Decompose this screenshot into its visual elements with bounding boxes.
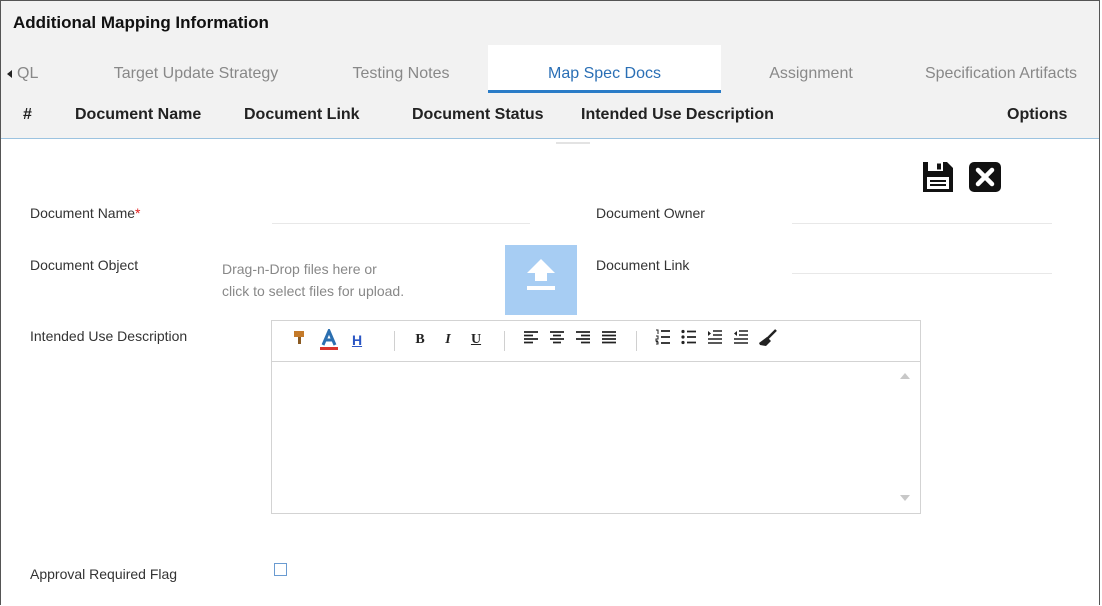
required-marker: * [135, 205, 141, 221]
panel-title: Additional Mapping Information [1, 1, 1099, 45]
tab-bar: QL Target Update Strategy Testing Notes … [1, 45, 1099, 93]
align-center-icon[interactable] [548, 329, 566, 351]
document-name-label-text: Document Name [30, 205, 136, 221]
save-icon[interactable] [921, 160, 955, 194]
close-icon[interactable] [968, 161, 1002, 193]
drop-text-line1: Drag-n-Drop files here or [222, 261, 377, 277]
splitter-handle[interactable] [556, 142, 590, 144]
bold-button[interactable]: B [412, 329, 428, 351]
scroll-left-icon[interactable] [7, 70, 12, 78]
tab-testing-notes[interactable]: Testing Notes [331, 45, 471, 93]
document-link-input[interactable] [792, 273, 1052, 274]
intended-use-label: Intended Use Description [30, 328, 188, 344]
column-number[interactable]: # [23, 93, 32, 137]
rich-text-editor: H B I U [271, 320, 921, 514]
column-document-name[interactable]: Document Name [75, 93, 201, 137]
document-owner-label: Document Owner [596, 205, 705, 221]
column-intended-use-description[interactable]: Intended Use Description [581, 93, 774, 137]
align-left-icon[interactable] [522, 329, 540, 351]
tab-map-spec-docs[interactable]: Map Spec Docs [488, 45, 721, 93]
file-drop-zone[interactable]: Drag-n-Drop files here or click to selec… [222, 258, 482, 302]
document-owner-input[interactable] [792, 223, 1052, 224]
document-name-label: Document Name* [30, 205, 141, 221]
column-document-link[interactable]: Document Link [244, 93, 360, 137]
outdent-icon[interactable] [732, 329, 750, 351]
document-object-label: Document Object [30, 257, 139, 273]
clear-format-icon[interactable] [758, 329, 778, 351]
tab-sql[interactable]: QL [17, 45, 47, 93]
grid-header: # Document Name Document Link Document S… [1, 93, 1099, 139]
editor-content-area[interactable] [272, 362, 902, 512]
approval-required-checkbox[interactable] [274, 563, 287, 576]
italic-button[interactable]: I [440, 329, 456, 351]
numbered-list-icon[interactable] [654, 329, 672, 351]
scroll-up-arrow[interactable] [900, 373, 910, 379]
highlight-button[interactable]: H [348, 329, 366, 351]
justify-icon[interactable] [600, 329, 618, 351]
toolbar-separator [394, 331, 395, 351]
column-options[interactable]: Options [1007, 93, 1067, 137]
editor-toolbar: H B I U [272, 321, 920, 362]
scroll-down-arrow[interactable] [900, 495, 910, 501]
drop-text-line2: click to select files for upload. [222, 283, 405, 299]
tab-assignment[interactable]: Assignment [736, 45, 886, 93]
toolbar-separator [636, 331, 637, 351]
approval-required-label: Approval Required Flag [30, 566, 178, 582]
column-document-status[interactable]: Document Status [412, 93, 544, 137]
font-color-icon[interactable] [318, 327, 340, 351]
indent-icon[interactable] [706, 329, 724, 351]
underline-button[interactable]: U [468, 329, 484, 351]
align-right-icon[interactable] [574, 329, 592, 351]
document-link-label: Document Link [596, 257, 690, 273]
tab-target-update-strategy[interactable]: Target Update Strategy [91, 45, 301, 93]
bullet-list-icon[interactable] [680, 329, 698, 351]
toolbar-separator [504, 331, 505, 351]
upload-button[interactable] [505, 245, 577, 315]
paint-icon[interactable] [290, 329, 308, 351]
upload-icon [527, 259, 555, 290]
tab-specification-artifacts[interactable]: Specification Artifacts [906, 45, 1096, 93]
document-name-input[interactable] [272, 223, 530, 224]
